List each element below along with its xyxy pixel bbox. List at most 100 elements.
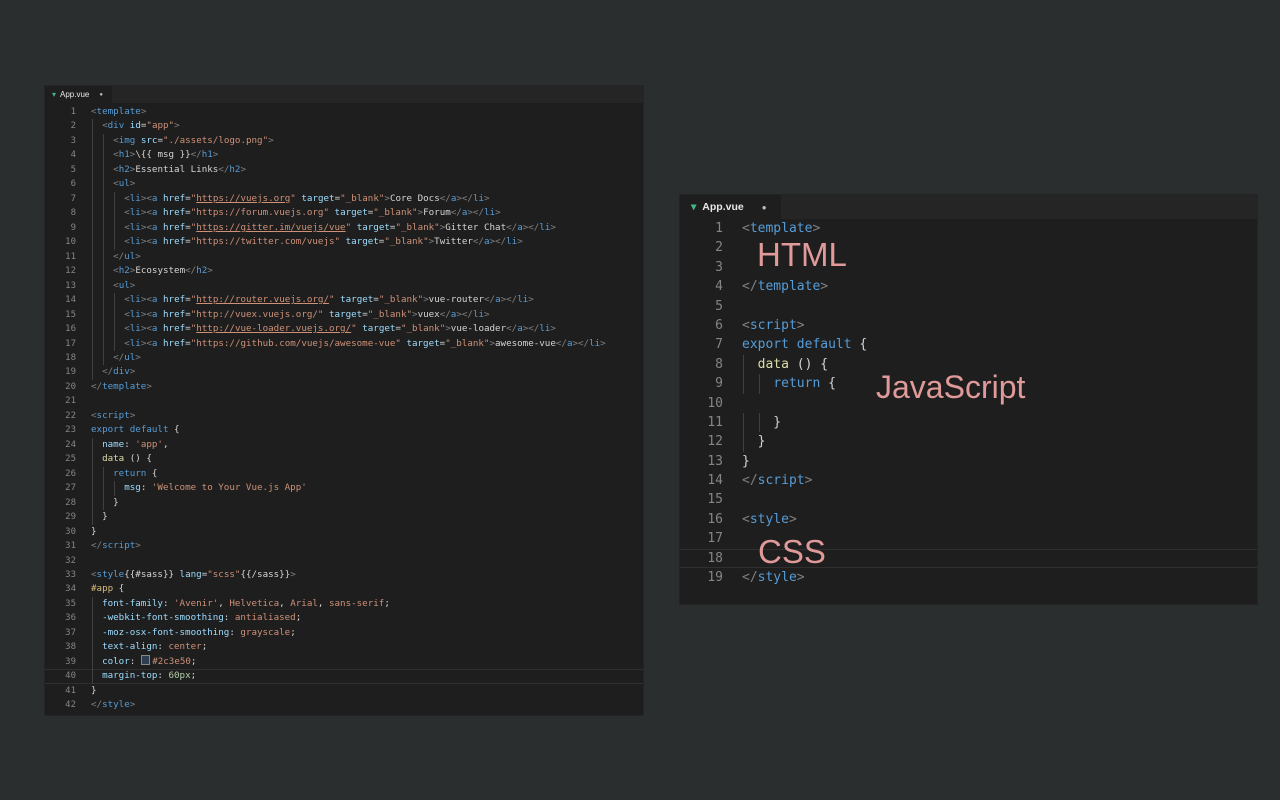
code-token: { <box>146 467 158 479</box>
code-token: ul <box>124 351 136 363</box>
code-line[interactable]: 21 <box>45 394 643 408</box>
code-line[interactable]: 20 </template> <box>45 380 643 394</box>
code-token: > <box>140 106 147 117</box>
code-line[interactable]: 3 <img src="./assets/logo.png"> <box>45 133 643 149</box>
code-editor[interactable]: 1 <template> 2 <div id="app"> 3 <img src=".… <box>45 103 643 713</box>
code-line[interactable]: 37 -moz-osx-font-smoothing: grayscale; <box>45 625 643 641</box>
code-line[interactable]: 6 <ul> <box>45 177 643 192</box>
code-line[interactable]: 41} <box>45 684 643 698</box>
code-token: href <box>163 323 186 335</box>
tab-app-vue[interactable]: ▾ App.vue ● <box>45 86 112 103</box>
code-token: : <box>129 655 141 667</box>
code-line[interactable]: 39 color: #2c3e50; <box>45 654 643 670</box>
code-line[interactable]: 12 } <box>680 432 1257 452</box>
code-token: li <box>129 207 141 219</box>
code-line[interactable]: 32 <box>45 554 643 568</box>
tab-app-vue[interactable]: ▾ App.vue ● <box>680 195 781 219</box>
code-line[interactable]: 14 <li><a href="http://router.vuejs.org/… <box>45 293 643 308</box>
code-line[interactable]: 19 </div> <box>45 365 643 380</box>
code-line[interactable]: 5 <box>680 297 1257 316</box>
code-token: Forum <box>423 207 451 219</box>
code-line[interactable]: 5 <h2>Essential Links</h2> <box>45 162 643 178</box>
code-token: } <box>91 684 97 696</box>
indent-guide <box>103 278 105 294</box>
code-line[interactable]: 22 <script> <box>45 409 643 423</box>
code-text: </script> <box>91 539 141 553</box>
code-token: href <box>163 236 186 248</box>
code-line[interactable]: 11 } <box>680 412 1257 433</box>
code-line[interactable]: 8 <li><a href="https://forum.vuejs.org" … <box>45 206 643 221</box>
code-line[interactable]: 35 font-family: 'Avenir', Helvetica, Ari… <box>45 596 643 612</box>
code-line[interactable]: 33 <style{{#sass}} lang="scss"{{/sass}}> <box>45 568 643 582</box>
code-line[interactable]: 29 } <box>45 510 643 525</box>
code-line[interactable]: 12 <h2>Ecosystem</h2> <box>45 264 643 279</box>
code-line[interactable]: 6 <script> <box>680 316 1257 335</box>
line-number: 12 <box>65 266 76 277</box>
code-token: </ <box>450 207 462 219</box>
code-line[interactable]: 31 </script> <box>45 539 643 553</box>
indent-guide <box>92 235 93 250</box>
code-text: -webkit-font-smoothing: antialiased; <box>91 611 301 626</box>
code-line[interactable]: 18 </ul> <box>45 350 643 366</box>
left-editor-window: ▾ App.vue ● 1 <template> 2 <div id="app"> 3… <box>45 86 643 715</box>
code-token: "app" <box>146 120 175 132</box>
code-line[interactable]: 30} <box>45 525 643 539</box>
code-text: <template> <box>91 105 146 119</box>
line-number: 6 <box>715 317 723 333</box>
code-line[interactable]: 2 <div id="app"> <box>45 119 643 134</box>
code-line[interactable]: 17 <li><a href="https://github.com/vuejs… <box>45 336 643 351</box>
code-token: div <box>107 120 125 132</box>
code-line[interactable]: 16 <li><a href="http://vue-loader.vuejs.… <box>45 322 643 337</box>
code-line[interactable]: 34 #app { <box>45 582 643 596</box>
code-line[interactable]: 15 <li><a href="http://vuex.vuejs.org/" … <box>45 307 643 323</box>
code-token: "./assets/logo.png" <box>163 134 269 146</box>
code-token: http://router.vuejs.org/ <box>196 294 329 306</box>
code-line[interactable]: 4 </template> <box>680 277 1257 296</box>
code-token: li <box>129 294 141 306</box>
code-line[interactable]: 14 </script> <box>680 471 1257 490</box>
code-token: -moz-osx-font-smoothing <box>102 626 230 638</box>
code-token: li <box>517 294 529 306</box>
code-line[interactable]: 28 } <box>45 495 643 511</box>
code-text: </template> <box>91 380 152 394</box>
code-token: href <box>163 294 186 306</box>
line-number: 4 <box>715 279 723 295</box>
code-line[interactable]: 13 <ul> <box>45 278 643 294</box>
code-line[interactable]: 40 margin-top: 60px; <box>45 669 643 684</box>
indent-guide <box>92 148 93 163</box>
code-line[interactable]: 7 export default { <box>680 335 1257 354</box>
code-line[interactable]: 16 <style> <box>680 510 1257 529</box>
code-line[interactable]: 26 return { <box>45 466 643 482</box>
code-line[interactable]: 13} <box>680 452 1257 471</box>
code-line[interactable]: 11 </ul> <box>45 249 643 265</box>
code-token: > <box>207 265 213 277</box>
code-line[interactable]: 42 </style> <box>45 698 643 712</box>
line-number: 15 <box>707 492 723 508</box>
code-token: > <box>135 351 141 363</box>
code-line[interactable]: 25 data () { <box>45 452 643 467</box>
code-token: < <box>742 511 750 527</box>
code-token: </ <box>506 323 518 335</box>
code-line[interactable]: 10 <li><a href="https://twitter.com/vuej… <box>45 235 643 250</box>
code-line[interactable]: 15 <box>680 490 1257 509</box>
code-line[interactable]: 7 <li><a href="https://vuejs.org" target… <box>45 191 643 207</box>
code-token: vuex <box>417 308 440 320</box>
line-number: 38 <box>65 642 76 653</box>
code-line[interactable]: 4 <h1>\{{ msg }}</h1> <box>45 148 643 163</box>
code-line[interactable]: 23 export default { <box>45 423 643 437</box>
indent-guide <box>92 206 93 221</box>
code-line[interactable]: 9 <li><a href="https://gitter.im/vuejs/v… <box>45 220 643 236</box>
code-line[interactable]: 38 text-align: center; <box>45 640 643 655</box>
code-line[interactable]: 27 msg: 'Welcome to Your Vue.js App' <box>45 481 643 496</box>
code-token: ></ <box>500 294 518 306</box>
code-line[interactable]: 1 <template> <box>45 105 643 119</box>
code-line[interactable]: 36 -webkit-font-smoothing: antialiased; <box>45 611 643 626</box>
code-token: center <box>168 641 202 653</box>
code-line[interactable]: 24 name: 'app', <box>45 437 643 453</box>
indent-guide <box>92 119 93 134</box>
indent-guide <box>103 293 105 308</box>
code-token: li <box>472 192 485 204</box>
line-number: 3 <box>715 259 723 275</box>
